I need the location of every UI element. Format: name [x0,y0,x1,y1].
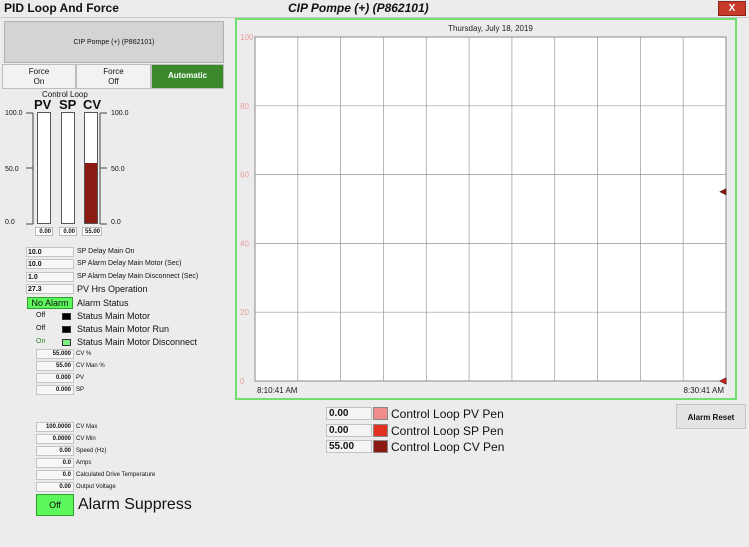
trend-chart: 0 20 40 60 80 100 Thursday, July 18, 2019 8:10:… [240,24,727,395]
left-scale-ticks [26,112,34,225]
cv-pen-label: Control Loop CV Pen [391,440,505,454]
alarm-suppress-label: Alarm Suppress [78,496,192,513]
sp-readout-label: SP [76,387,85,393]
speed-hz-label: Speed (Hz) [76,448,107,454]
output-voltage-value: 0.00 [36,482,74,492]
y-tick-label: 40 [240,239,249,248]
automatic-button[interactable]: Automatic [151,64,224,89]
pv-value: 0.00 [35,227,53,236]
right-scale-ticks [99,112,107,225]
sp-pen-swatch[interactable] [373,424,388,437]
y-tick-label: 100 [240,33,254,42]
cv-max-input[interactable]: 100.0000 [36,422,74,432]
status-main-motor-run-label: Status Main Motor Run [77,324,170,334]
cv-bar-fill [85,162,97,223]
sp-alarm-delay-disconnect-input[interactable]: 1.0 [26,272,74,282]
pv-pen-label: Control Loop PV Pen [391,407,504,421]
plot-area [254,36,727,382]
close-button[interactable]: X [718,1,746,16]
sp-pen-value: 0.00 [326,424,372,437]
x-start-label: 8:10:41 AM [257,386,298,395]
trend-chart-frame: 0 20 40 60 80 100 Thursday, July 18, 2019 8:10:… [235,18,737,400]
status-main-motor-disconnect-indicator [62,339,71,346]
cv-value: 55.00 [82,227,102,236]
chart-title: Thursday, July 18, 2019 [448,24,533,33]
status-main-motor-value: Off [36,312,46,319]
sp-bar-header: SP [59,97,77,112]
cv-min-label: CV Min [76,436,96,442]
right-scale-bottom: 0.0 [111,219,121,226]
y-tick-label: 80 [240,102,249,111]
sp-bar [61,112,75,224]
y-tick-label: 20 [240,308,249,317]
sp-delay-main-on-input[interactable]: 10.0 [26,247,74,257]
pv-readout-label: PV [76,375,85,381]
cv-bar-header: CV [83,97,102,112]
alarm-suppress-button[interactable]: Off [36,494,74,516]
pv-readout-value: 0.000 [36,373,74,383]
sp-value: 0.00 [59,227,77,236]
status-main-motor-disconnect-label: Status Main Motor Disconnect [77,337,198,347]
cv-percent-value: 55.000 [36,349,74,359]
status-main-motor-run-indicator [62,326,71,333]
pv-hrs-operation-value: 27.3 [26,284,74,294]
status-main-motor-run-value: Off [36,325,46,332]
amps-value: 0.0 [36,458,74,468]
force-off-button[interactable]: Force Off [76,64,151,89]
force-on-label: Force On [28,67,50,86]
alarm-reset-button[interactable]: Alarm Reset [676,404,746,429]
equipment-header-button[interactable]: CIP Pompe (+) (P862101) [4,21,224,63]
amps-label: Amps [76,460,92,466]
cv-percent-label: CV % [76,351,92,357]
y-tick-label: 0 [240,377,245,386]
alarm-status-badge: No Alarm [27,297,73,309]
force-off-label: Force Off [103,67,124,86]
left-scale-mid: 50.0 [5,166,19,173]
cv-man-percent-label: CV Man % [76,363,105,369]
speed-hz-value: 0.00 [36,446,74,456]
pv-hrs-operation-label: PV Hrs Operation [77,284,148,294]
cv-max-label: CV Max [76,424,98,430]
sp-delay-main-on-label: SP Delay Main On [77,248,135,255]
drive-temperature-value: 0.0 [36,470,74,480]
cv-man-percent-input[interactable]: 55.00 [36,361,74,371]
pv-pen-swatch[interactable] [373,407,388,420]
force-on-button[interactable]: Force On [2,64,76,89]
alarm-status-label: Alarm Status [77,298,129,308]
drive-temperature-label: Calculated Drive Temperature [76,472,156,478]
cv-pen-swatch[interactable] [373,440,388,453]
pv-bar [37,112,51,224]
status-main-motor-label: Status Main Motor [77,311,151,321]
y-tick-label: 60 [240,171,249,180]
window-center-title: CIP Pompe (+) (P862101) [288,1,429,15]
right-scale-mid: 50.0 [111,166,125,173]
cv-bar [84,112,98,224]
status-main-motor-indicator [62,313,71,320]
sp-alarm-delay-motor-label: SP Alarm Delay Main Motor (Sec) [77,260,182,267]
output-voltage-label: Output Voltage [76,484,116,490]
pv-pen-value: 0.00 [326,407,372,420]
sp-alarm-delay-motor-input[interactable]: 10.0 [26,259,74,269]
cv-pen-value: 55.00 [326,440,372,453]
right-scale-top: 100.0 [111,110,129,117]
sp-pen-label: Control Loop SP Pen [391,424,504,438]
status-main-motor-disconnect-value: On [36,338,46,345]
left-scale-top: 100.0 [5,110,23,117]
pv-bar-header: PV [34,97,52,112]
x-end-label: 8:30:41 AM [684,386,725,395]
sp-alarm-delay-disconnect-label: SP Alarm Delay Main Disconnect (Sec) [77,273,199,280]
window-title: PID Loop And Force [4,1,119,15]
left-scale-bottom: 0.0 [5,219,15,226]
sp-readout-value: 0.000 [36,385,74,395]
cv-min-input[interactable]: 0.0000 [36,434,74,444]
